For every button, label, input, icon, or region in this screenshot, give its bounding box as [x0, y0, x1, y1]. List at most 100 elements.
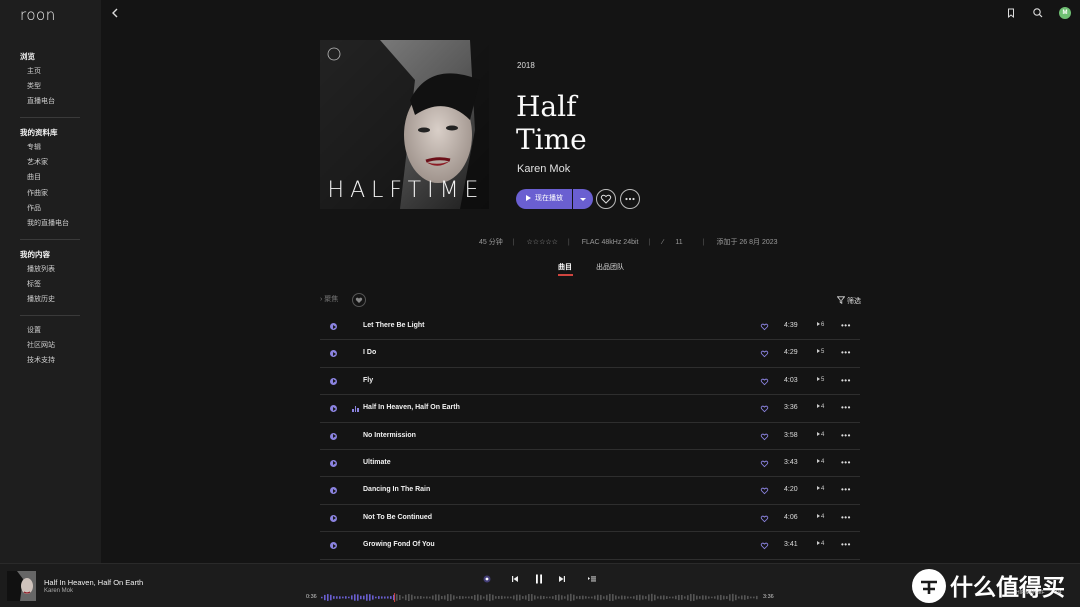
- play-now-button[interactable]: 现在播放: [516, 189, 572, 209]
- sidebar-item-settings[interactable]: 设置: [0, 323, 101, 338]
- track-play-count: 4: [817, 458, 824, 465]
- sidebar-item-history[interactable]: 播放历史: [0, 292, 101, 307]
- track-play-count: 4: [817, 486, 824, 492]
- sidebar-item-tags[interactable]: 标签: [0, 277, 101, 292]
- play-options-dropdown[interactable]: [573, 189, 593, 209]
- bookmark-icon[interactable]: [1005, 7, 1017, 19]
- sidebar-item-genres[interactable]: 类型: [0, 79, 101, 94]
- now-playing-artist[interactable]: Karen Mok: [44, 588, 73, 594]
- track-play-icon[interactable]: [330, 323, 337, 330]
- waveform-bar: [750, 596, 752, 599]
- album-artist[interactable]: Karen Mok: [517, 163, 570, 175]
- waveform-bar: [465, 596, 467, 599]
- sidebar-item-artists[interactable]: 艺术家: [0, 155, 101, 170]
- track-play-icon[interactable]: [330, 487, 337, 495]
- sidebar-item-tracks[interactable]: 曲目: [0, 170, 101, 185]
- track-favorite-heart-icon[interactable]: [760, 322, 769, 331]
- track-title[interactable]: No Intermission: [363, 432, 416, 439]
- track-more-options-icon[interactable]: •••: [841, 403, 851, 412]
- track-more-options-icon[interactable]: •••: [841, 321, 851, 330]
- radio-sparkle-icon[interactable]: [482, 574, 492, 584]
- track-more-options-icon[interactable]: •••: [841, 540, 851, 549]
- back-icon[interactable]: [108, 6, 122, 20]
- track-title[interactable]: Fly: [363, 377, 373, 384]
- track-more-options-icon[interactable]: •••: [841, 458, 851, 467]
- track-favorite-heart-icon[interactable]: [760, 459, 769, 468]
- track-row[interactable]: Not To Be Continued 4:06 4 •••: [320, 505, 860, 533]
- track-play-icon[interactable]: [330, 405, 337, 413]
- playhead[interactable]: [394, 593, 396, 602]
- focus-favorite-button[interactable]: [352, 293, 366, 307]
- track-row[interactable]: Fly 4:03 5 •••: [320, 368, 860, 396]
- waveform-bar: [639, 594, 641, 601]
- track-favorite-heart-icon[interactable]: [760, 541, 769, 550]
- track-play-icon[interactable]: [330, 514, 337, 522]
- roon-logo[interactable]: roon: [20, 6, 56, 24]
- track-row[interactable]: Let There Be Light 4:39 6 •••: [320, 313, 860, 341]
- avatar[interactable]: M: [1059, 7, 1071, 19]
- track-row[interactable]: Dancing In The Rain 4:20 4 •••: [320, 477, 860, 505]
- track-row[interactable]: Ultimate 3:43 4 •••: [320, 450, 860, 478]
- favorite-button[interactable]: [596, 189, 616, 209]
- track-favorite-heart-icon[interactable]: [760, 514, 769, 523]
- sidebar-item-community[interactable]: 社区网站: [0, 338, 101, 353]
- track-favorite-heart-icon[interactable]: [760, 432, 769, 441]
- track-more-options-icon[interactable]: •••: [841, 376, 851, 385]
- track-title[interactable]: Let There Be Light: [363, 322, 424, 329]
- track-favorite-heart-icon[interactable]: [760, 377, 769, 386]
- track-play-icon[interactable]: [330, 350, 337, 358]
- seek-waveform[interactable]: [321, 593, 759, 602]
- track-row[interactable]: Half In Heaven, Half On Earth 3:36 4 •••: [320, 395, 860, 423]
- waveform-bar: [492, 594, 494, 601]
- tab-credits[interactable]: 出品团队: [596, 262, 624, 272]
- sidebar-item-support[interactable]: 技术支持: [0, 353, 101, 368]
- track-title[interactable]: Growing Fond Of You: [363, 541, 435, 548]
- play-count-icon: [817, 349, 820, 354]
- sidebar-item-playlists[interactable]: 播放列表: [0, 262, 101, 277]
- pause-icon[interactable]: [533, 573, 545, 585]
- track-more-options-icon[interactable]: •••: [841, 348, 851, 357]
- track-title[interactable]: Half In Heaven, Half On Earth: [363, 404, 460, 411]
- track-play-icon[interactable]: [330, 377, 337, 385]
- sidebar-item-composers[interactable]: 作曲家: [0, 186, 101, 201]
- sidebar-divider: [20, 315, 80, 316]
- track-more-options-icon[interactable]: •••: [841, 513, 851, 522]
- tab-tracks[interactable]: 曲目: [558, 262, 572, 272]
- search-icon[interactable]: [1032, 7, 1044, 19]
- sidebar-item-live-radio[interactable]: 直播电台: [0, 94, 101, 109]
- track-more-options-icon[interactable]: •••: [841, 431, 851, 440]
- more-options-button[interactable]: [620, 189, 640, 209]
- track-title[interactable]: Ultimate: [363, 459, 391, 466]
- track-title[interactable]: Not To Be Continued: [363, 514, 432, 521]
- waveform-bar: [540, 595, 542, 600]
- sidebar-item-albums[interactable]: 专辑: [0, 140, 101, 155]
- sidebar-item-home[interactable]: 主页: [0, 64, 101, 79]
- volume-level[interactable]: 94: [1056, 590, 1062, 596]
- sidebar-item-compositions[interactable]: 作品: [0, 201, 101, 216]
- queue-icon[interactable]: [587, 574, 597, 584]
- track-title[interactable]: I Do: [363, 349, 376, 356]
- next-track-icon[interactable]: [557, 574, 567, 584]
- now-playing-cover[interactable]: [7, 571, 36, 601]
- track-play-icon[interactable]: [330, 542, 337, 550]
- track-favorite-heart-icon[interactable]: [760, 349, 769, 358]
- previous-track-icon[interactable]: [510, 574, 520, 584]
- zone-name[interactable]: HIFIMAN-EF: [1016, 590, 1045, 596]
- track-play-icon[interactable]: [330, 432, 337, 440]
- track-title[interactable]: Dancing In The Rain: [363, 486, 430, 493]
- waveform-bar: [543, 596, 545, 599]
- track-favorite-heart-icon[interactable]: [760, 404, 769, 413]
- track-favorite-heart-icon[interactable]: [760, 486, 769, 495]
- track-more-options-icon[interactable]: •••: [841, 485, 851, 494]
- sidebar-item-my-radio[interactable]: 我的直播电台: [0, 216, 101, 231]
- waveform-bar: [648, 594, 650, 601]
- album-rating[interactable]: ☆☆☆☆☆: [527, 239, 558, 246]
- track-row[interactable]: Growing Fond Of You 3:41 4 •••: [320, 532, 860, 560]
- track-row[interactable]: I Do 4:29 5 •••: [320, 340, 860, 368]
- track-row[interactable]: No Intermission 3:58 4 •••: [320, 423, 860, 450]
- track-play-count-value: 4: [821, 431, 825, 438]
- now-playing-title[interactable]: Half In Heaven, Half On Earth: [44, 578, 143, 587]
- focus-button[interactable]: › 聚焦: [320, 294, 338, 304]
- filter-button[interactable]: 筛选: [836, 296, 861, 306]
- track-play-icon[interactable]: [330, 459, 337, 467]
